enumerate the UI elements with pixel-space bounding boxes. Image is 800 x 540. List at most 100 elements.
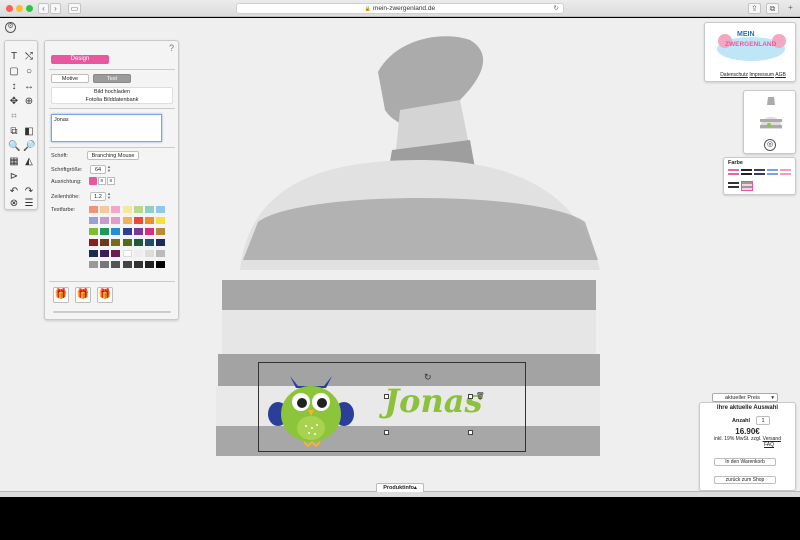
color-swatch[interactable] [156, 217, 166, 224]
color-swatch[interactable] [133, 239, 143, 246]
color-swatch[interactable] [133, 206, 143, 213]
color-swatch[interactable] [156, 228, 166, 235]
resize-handle-tl[interactable] [384, 394, 389, 399]
zoom-in-icon[interactable]: 🔎 [23, 141, 35, 153]
color-swatch[interactable] [145, 206, 154, 213]
tabs-icon[interactable]: ⧉ [766, 3, 779, 14]
sidebar-icon[interactable]: ▭ [68, 3, 81, 14]
agb-link[interactable]: AGB [775, 72, 786, 78]
close-window-button[interactable] [6, 5, 13, 12]
back-icon[interactable]: ‹ [38, 3, 49, 14]
color-swatch[interactable] [156, 261, 166, 268]
add-text-icon[interactable]: T [8, 51, 20, 63]
tab-text[interactable]: Text [93, 74, 131, 83]
color-swatch[interactable] [122, 206, 132, 213]
imprint-link[interactable]: Impressum [749, 72, 774, 78]
variant-grey-pink-selected[interactable] [741, 181, 753, 191]
redo-icon[interactable]: ↷ [23, 186, 35, 198]
grid-icon[interactable]: ▦ [8, 156, 20, 168]
color-swatch[interactable] [89, 217, 98, 224]
rotate-handle-icon[interactable]: ↻ [424, 372, 432, 383]
add-to-cart-button[interactable]: In den Warenkorb [714, 458, 776, 466]
color-swatch[interactable] [145, 228, 154, 235]
line-height-input[interactable]: 1.2 [90, 192, 106, 201]
color-swatch[interactable] [89, 239, 98, 246]
color-swatch[interactable] [89, 250, 98, 257]
color-swatch[interactable] [100, 239, 110, 246]
font-size-input[interactable]: 64 [90, 165, 106, 174]
quantity-input[interactable]: 1 [756, 416, 770, 425]
layer-icon[interactable]: ◧ [23, 126, 35, 138]
color-swatch[interactable] [100, 217, 110, 224]
color-swatch[interactable] [100, 250, 110, 257]
variant-dark-white[interactable] [728, 182, 739, 190]
variant-pink-light[interactable] [780, 169, 791, 177]
new-tab-icon[interactable]: + [785, 3, 796, 14]
undo-icon[interactable]: ↶ [8, 186, 20, 198]
color-swatch[interactable] [111, 239, 121, 246]
zoom-out-icon[interactable]: 🔍 [8, 141, 20, 153]
mirror-icon[interactable]: ◭ [23, 156, 35, 168]
center-icon[interactable]: ⊕ [23, 96, 35, 108]
variant-navy-white[interactable] [754, 169, 765, 177]
color-swatch[interactable] [133, 228, 143, 235]
color-swatch[interactable] [89, 228, 98, 235]
color-swatch[interactable] [111, 206, 121, 213]
variant-black-white[interactable] [741, 169, 752, 177]
back-to-shop-button[interactable]: zurück zum Shop [714, 476, 776, 484]
color-swatch[interactable] [122, 228, 132, 235]
color-swatch[interactable] [145, 239, 154, 246]
privacy-link[interactable]: Datenschutz [720, 72, 748, 78]
share-icon[interactable]: ⇪ [748, 3, 761, 14]
color-swatch[interactable] [133, 250, 143, 257]
zoom-window-button[interactable] [26, 5, 33, 12]
color-swatch[interactable] [100, 261, 110, 268]
variant-pink-white[interactable] [728, 169, 739, 177]
color-swatch[interactable] [89, 261, 98, 268]
font-select[interactable]: Branching Mouse [87, 151, 139, 160]
tab-design[interactable]: Design [51, 55, 109, 64]
product-info-tab[interactable]: Produktinfo▴ [376, 483, 424, 492]
resize-handle-br[interactable] [468, 430, 473, 435]
color-swatch[interactable] [111, 261, 121, 268]
color-swatch[interactable] [122, 250, 132, 257]
clear-icon[interactable]: ☰ [23, 198, 35, 210]
forward-icon[interactable]: › [50, 3, 61, 14]
resize-handle-tr[interactable] [468, 394, 473, 399]
color-swatch[interactable] [145, 250, 154, 257]
settings-gear-icon[interactable]: ⚙ [5, 22, 16, 33]
resize-handle-bl[interactable] [384, 430, 389, 435]
color-swatch[interactable] [156, 206, 166, 213]
delete-element-icon[interactable]: 🗑 [476, 392, 485, 400]
owl-motif[interactable] [266, 368, 356, 448]
flip-icon[interactable]: ⊳ [8, 171, 20, 183]
font-size-stepper-icon[interactable]: ▲ ▼ [107, 165, 111, 173]
product-thumbnail[interactable] [758, 95, 784, 133]
horizontal-resize-icon[interactable]: ↔ [23, 81, 35, 93]
transform-icon[interactable]: ⤭ [23, 51, 35, 63]
price-dropdown[interactable]: aktueller Preis ▾ [712, 393, 778, 402]
shape-icon[interactable]: ○ [23, 66, 35, 78]
color-swatch[interactable] [133, 217, 143, 224]
minimize-window-button[interactable] [16, 5, 23, 12]
color-swatch[interactable] [100, 206, 110, 213]
color-swatch[interactable] [89, 206, 98, 213]
gift-template-2-icon[interactable]: 🎁 [75, 287, 91, 303]
color-swatch[interactable] [111, 228, 121, 235]
vertical-resize-icon[interactable]: ↕ [8, 81, 20, 93]
help-icon[interactable]: ? [169, 43, 174, 53]
align-center-button[interactable]: ≡ [98, 177, 106, 185]
color-swatch[interactable] [111, 250, 121, 257]
cut-icon[interactable]: ⌗ [8, 111, 20, 123]
color-swatch[interactable] [100, 228, 110, 235]
color-swatch[interactable] [145, 217, 154, 224]
color-swatch[interactable] [122, 239, 132, 246]
color-swatch[interactable] [122, 217, 132, 224]
align-right-button[interactable]: ≡ [107, 177, 115, 185]
color-swatch[interactable] [122, 261, 132, 268]
name-text-element[interactable]: Jonas [384, 380, 483, 422]
gift-template-3-icon[interactable]: 🎁 [97, 287, 113, 303]
tab-motive[interactable]: Motive [51, 74, 89, 83]
delete-icon[interactable]: ⊗ [8, 198, 20, 210]
color-swatch[interactable] [145, 261, 154, 268]
